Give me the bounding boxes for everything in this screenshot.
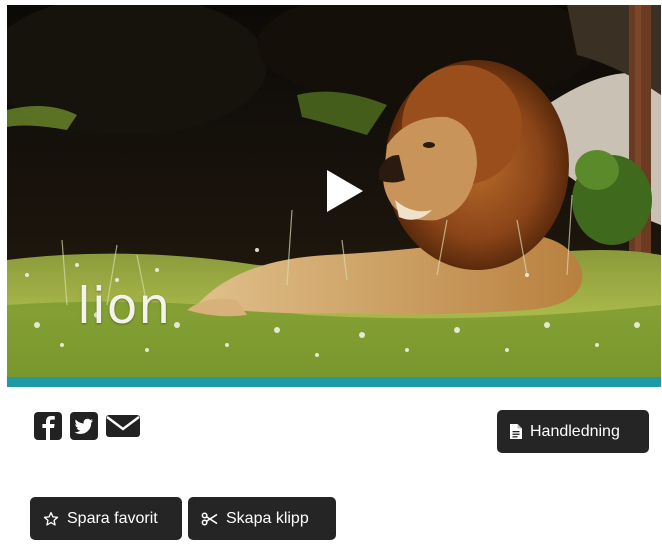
share-links [33,412,141,440]
email-icon[interactable] [105,412,141,440]
save-favorite-button[interactable]: Spara favorit [30,497,182,540]
facebook-icon[interactable] [33,412,63,440]
star-outline-icon [43,511,59,526]
video-progress-bar [7,377,661,387]
create-clip-label: Skapa klipp [226,509,309,527]
guide-button-label: Handledning [530,422,620,440]
play-icon[interactable] [325,168,365,214]
scissors-icon [201,511,218,526]
guide-button[interactable]: Handledning [497,410,649,453]
save-favorite-label: Spara favorit [67,509,158,527]
video-title: lion [77,277,172,335]
document-icon [510,424,522,439]
twitter-icon[interactable] [69,412,99,440]
create-clip-button[interactable]: Skapa klipp [188,497,336,540]
video-player[interactable]: lion [7,5,661,377]
